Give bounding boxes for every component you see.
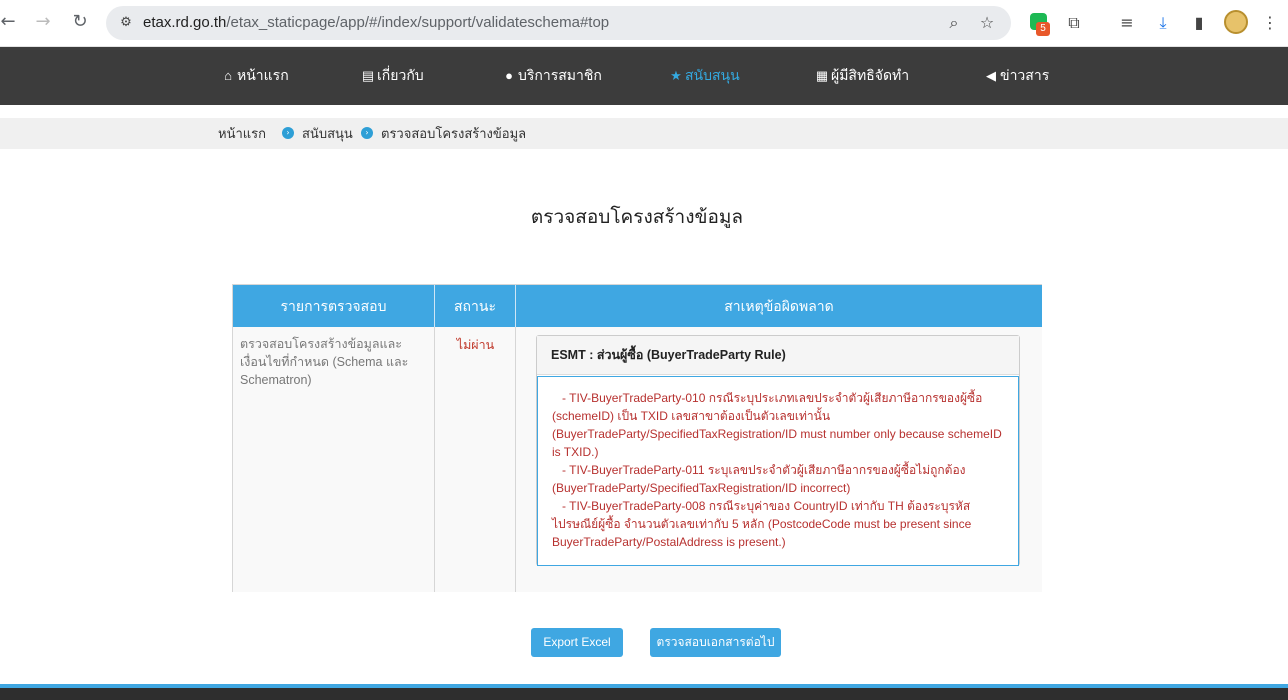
site-info-icon[interactable]: ⚙: [116, 13, 136, 33]
menu-kebab-icon[interactable]: ⋮: [1258, 11, 1282, 35]
url-text[interactable]: etax.rd.go.th/etax_staticpage/app/#/inde…: [143, 6, 609, 40]
check-description: ตรวจสอบโครงสร้างข้อมูลและเงื่อนไขที่กำหน…: [240, 337, 409, 387]
chevron-right-icon: ›: [282, 127, 294, 139]
side-panel-icon[interactable]: ▮: [1187, 11, 1211, 35]
forward-icon[interactable]: →: [31, 10, 55, 34]
page-title: ตรวจสอบโครงสร้างข้อมูล: [530, 207, 744, 228]
extension-badge: 5: [1036, 22, 1050, 36]
reason-cell: ESMT : ส่วนผู้ซื้อ (BuyerTradeParty Rule…: [516, 327, 1042, 592]
star-icon: ★: [670, 68, 682, 83]
media-control-icon[interactable]: ≡: [1115, 11, 1139, 35]
address-bar[interactable]: ⚙ etax.rd.go.th/etax_staticpage/app/#/in…: [106, 6, 1011, 40]
error-list[interactable]: - TIV-BuyerTradeParty-010 กรณีระบุประเภท…: [537, 376, 1019, 566]
header-status: สถานะ: [435, 285, 516, 327]
book-icon: ▦: [815, 68, 829, 83]
check-next-document-button[interactable]: ตรวจสอบเอกสารต่อไป: [650, 628, 781, 657]
user-icon: ●: [505, 68, 513, 83]
nav-member-services[interactable]: ● บริการสมาชิก: [500, 47, 602, 105]
nav-news[interactable]: ◀ ข่าวสาร: [982, 47, 1049, 105]
error-panel: ESMT : ส่วนผู้ซื้อ (BuyerTradeParty Rule…: [536, 335, 1020, 566]
breadcrumb-home[interactable]: หน้าแรก: [218, 118, 266, 149]
profile-avatar[interactable]: [1224, 10, 1248, 34]
export-excel-button[interactable]: Export Excel: [531, 628, 623, 657]
status-cell: ไม่ผ่าน: [435, 327, 516, 592]
table-row: ตรวจสอบโครงสร้างข้อมูลและเงื่อนไขที่กำหน…: [233, 327, 435, 592]
bullhorn-icon: ◀: [986, 68, 996, 83]
error-item: - TIV-BuyerTradeParty-008 กรณีระบุค่าของ…: [552, 499, 975, 549]
zoom-icon[interactable]: ⌕: [942, 11, 966, 35]
error-item: - TIV-BuyerTradeParty-010 กรณีระบุประเภท…: [552, 391, 1006, 459]
nav-authorized[interactable]: ▦ ผู้มีสิทธิจัดทำ: [813, 47, 909, 105]
reload-icon[interactable]: ↻: [68, 10, 92, 34]
home-icon: ⌂: [224, 68, 232, 83]
error-panel-title: ESMT : ส่วนผู้ซื้อ (BuyerTradeParty Rule…: [537, 336, 1019, 375]
header-reason: สาเหตุข้อผิดพลาด: [516, 285, 1042, 327]
nav-home[interactable]: ⌂ หน้าแรก: [219, 47, 289, 105]
download-icon[interactable]: ⤓: [1151, 11, 1175, 35]
nav-support[interactable]: ★ สนับสนุน: [667, 47, 740, 105]
browser-toolbar: ← → ↻ ⚙ etax.rd.go.th/etax_staticpage/ap…: [0, 0, 1288, 47]
chevron-right-icon: ›: [361, 127, 373, 139]
validation-table: รายการตรวจสอบ สถานะ สาเหตุข้อผิดพลาด ตรว…: [232, 284, 1042, 592]
site-nav: ⌂ หน้าแรก ▤ เกี่ยวกับ ● บริการสมาชิก ★ สนับส…: [0, 47, 1288, 105]
extensions-puzzle-icon[interactable]: ⧉: [1062, 11, 1086, 35]
breadcrumb-current: ตรวจสอบโครงสร้างข้อมูล: [381, 126, 527, 141]
bookmark-star-icon[interactable]: ☆: [975, 11, 999, 35]
breadcrumb-support[interactable]: สนับสนุน: [302, 118, 353, 149]
breadcrumb: หน้าแรก › สนับสนุน › ตรวจสอบโครงสร้างข้อ…: [0, 118, 1288, 149]
header-check: รายการตรวจสอบ: [233, 285, 435, 327]
file-icon: ▤: [361, 68, 375, 83]
back-icon[interactable]: ←: [0, 10, 20, 34]
status-badge: ไม่ผ่าน: [456, 338, 495, 352]
footer: [0, 688, 1288, 700]
nav-about[interactable]: ▤ เกี่ยวกับ: [359, 47, 424, 105]
error-item: - TIV-BuyerTradeParty-011 ระบุเลขประจำตั…: [552, 463, 969, 495]
